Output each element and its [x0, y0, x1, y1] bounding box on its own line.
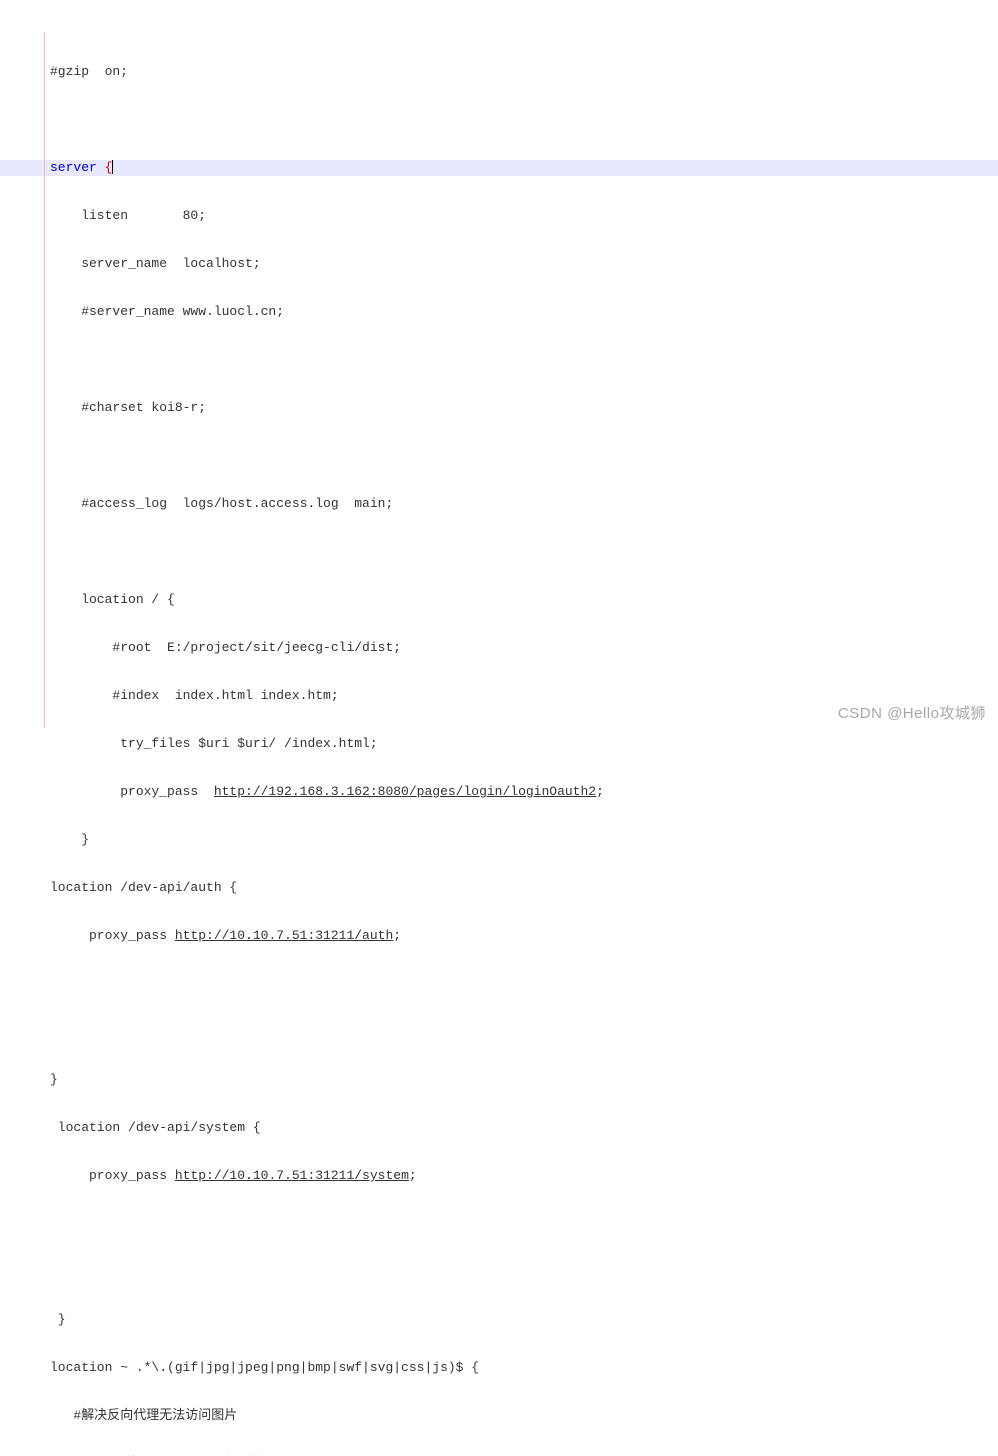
code-line: try_files $uri $uri/ /index.html; [28, 736, 998, 752]
code-line: location /dev-api/auth { [28, 880, 998, 896]
code-line: listen 80; [28, 208, 998, 224]
fold-guide [44, 32, 45, 728]
code-line [28, 544, 998, 560]
code-line: #charset koi8-r; [28, 400, 998, 416]
url-link: http://10.10.7.51:31211/system [175, 1168, 409, 1183]
code-line: server_name localhost; [28, 256, 998, 272]
code-line: } [28, 1072, 998, 1088]
code-line [28, 976, 998, 992]
watermark-text: CSDN @Hello攻城狮 [838, 706, 986, 722]
code-line: proxy_pass http://10.10.7.51:31211/auth; [28, 928, 998, 944]
code-line: #index index.html index.htm; [28, 688, 998, 704]
url-link: http://10.10.7.51:31211/auth [175, 928, 393, 943]
code-line: location ~ .*\.(gif|jpg|jpeg|png|bmp|swf… [28, 1360, 998, 1376]
url-link: http://192.168.3.162:8080/pages/login/lo… [214, 784, 596, 799]
code-line: proxy_pass http://10.10.7.51:31211/syste… [28, 1168, 998, 1184]
code-line [28, 448, 998, 464]
code-line: #root E:/project/sit/jeecg-cli/dist; [28, 640, 998, 656]
code-line: } [28, 832, 998, 848]
code-line: #gzip on; [28, 64, 998, 80]
code-line: proxy_pass http://192.168.3.162:8080/pag… [28, 784, 998, 800]
code-line: } [28, 1312, 998, 1328]
code-editor[interactable]: #gzip on; server { listen 80; server_nam… [0, 0, 998, 1456]
code-line [28, 112, 998, 128]
text-cursor [112, 160, 113, 174]
code-line: location / { [28, 592, 998, 608]
code-line [28, 1024, 998, 1040]
keyword-server: server [50, 160, 97, 175]
code-line: location /dev-api/system { [28, 1120, 998, 1136]
code-line-highlighted: server { [0, 160, 998, 176]
code-line [28, 1216, 998, 1232]
code-line [28, 1264, 998, 1280]
code-line [28, 352, 998, 368]
open-brace: { [105, 160, 113, 175]
code-line: #access_log logs/host.access.log main; [28, 496, 998, 512]
code-line: #server_name www.luocl.cn; [28, 304, 998, 320]
code-line: #解决反向代理无法访问图片 [28, 1408, 998, 1424]
